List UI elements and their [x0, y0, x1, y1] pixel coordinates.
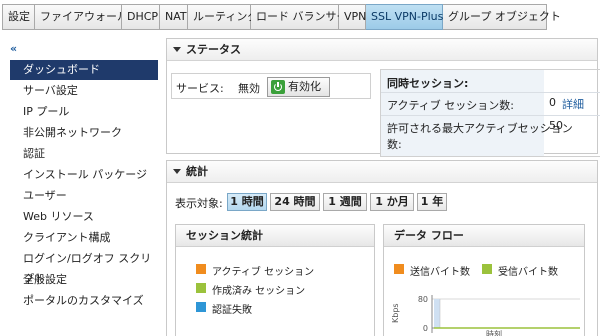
- tab-6[interactable]: VPN: [339, 4, 366, 30]
- legend-label-0: アクティブ セッション: [212, 267, 315, 278]
- time-range-selector: 1 時間 24 時間 1 週間 1 か月 1 年: [227, 193, 457, 211]
- sidebar-item-2[interactable]: IP プール: [10, 102, 158, 122]
- collapse-triangle-icon[interactable]: [173, 168, 181, 174]
- stats-panel: 統計 表示対象: 1 時間 24 時間 1 週間 1 か月 1 年 セッション統計 アク…: [166, 160, 598, 336]
- collapse-triangle-icon[interactable]: [173, 46, 181, 52]
- y-axis-label: Kbps: [391, 303, 400, 323]
- sidebar-item-4[interactable]: 認証: [10, 144, 158, 164]
- sidebar-item-3[interactable]: 非公開ネットワーク: [10, 123, 158, 143]
- y-tick-80: 80: [418, 295, 428, 304]
- y-tick-0: 0: [423, 324, 428, 333]
- tab-0[interactable]: 設定: [2, 4, 35, 30]
- sidebar-item-1[interactable]: サーバ設定: [10, 81, 158, 101]
- sidebar-item-8[interactable]: クライアント構成: [10, 228, 158, 248]
- active-sessions-label: アクティブ セッション数:: [387, 99, 514, 112]
- active-sessions-value: 0: [549, 96, 556, 109]
- data-flow-title: データ フロー: [384, 225, 584, 247]
- legend-label-1: 作成済み セッション: [212, 286, 306, 297]
- tab-5[interactable]: ロード バランサー: [251, 4, 348, 30]
- data-flow-chart: Kbps 80 0 時刻: [391, 295, 580, 336]
- range-button-0[interactable]: 1 時間: [227, 193, 267, 211]
- display-target-label: 表示対象:: [175, 197, 223, 210]
- sidebar-item-9[interactable]: ログイン/ログオフ スクリプト: [10, 249, 158, 285]
- max-sessions-label-line1: 許可される最大アクティブセッション: [387, 122, 573, 135]
- sidebar-item-10[interactable]: 全般設定: [10, 270, 158, 290]
- session-stats-title: セッション統計: [176, 225, 374, 247]
- status-title: ステータス: [186, 43, 241, 56]
- status-panel-header[interactable]: ステータス: [167, 39, 597, 61]
- flow-legend-label-1: 受信バイト数: [498, 267, 558, 278]
- data-flow-box: データ フロー 送信バイト数 受信バイト数 Kbps 80 0 時刻: [383, 224, 585, 336]
- range-button-2[interactable]: 1 週間: [323, 193, 367, 211]
- max-sessions-label-line2: 数:: [387, 138, 402, 151]
- legend-label-2: 認証失敗: [212, 305, 252, 316]
- enable-button-label: 有効化: [288, 80, 321, 93]
- tab-2[interactable]: DHCP: [122, 4, 160, 30]
- sidebar: « ダッシュボード サーバ設定 IP プール 非公開ネットワーク 認証 インストール パッ…: [0, 38, 160, 336]
- stats-title: 統計: [186, 165, 208, 178]
- legend-swatch-1: [196, 283, 206, 293]
- range-button-4[interactable]: 1 年: [417, 193, 447, 211]
- sidebar-item-5[interactable]: インストール パッケージ: [10, 165, 158, 185]
- power-icon: [271, 80, 285, 94]
- service-label: サービス:: [176, 82, 224, 95]
- service-box: サービス: 無効 有効化: [171, 73, 371, 99]
- sidebar-item-7[interactable]: Web リソース: [10, 207, 158, 227]
- status-panel: ステータス サービス: 無効 有効化 同時セッション: アクティブ セッション数…: [166, 38, 600, 157]
- details-link[interactable]: 詳細: [562, 96, 584, 112]
- service-value: 無効: [238, 82, 260, 95]
- flow-legend-swatch-0: [394, 264, 404, 274]
- concurrent-sessions-box: 同時セッション: アクティブ セッション数: 0 詳細 許可される最大アクティブ…: [380, 69, 600, 157]
- concurrent-sessions-title: 同時セッション:: [387, 77, 469, 90]
- range-button-1[interactable]: 24 時間: [270, 193, 320, 211]
- top-tab-bar: 設定 ファイアウォール DHCP NAT ルーティング ロード バランサー VPN SSL V…: [2, 4, 561, 30]
- tab-8[interactable]: グループ オブジェクト: [443, 4, 561, 30]
- x-axis-label: 時刻: [486, 329, 502, 336]
- tab-3[interactable]: NAT: [160, 4, 188, 30]
- flow-legend-swatch-1: [482, 264, 492, 274]
- tab-1[interactable]: ファイアウォール: [35, 4, 128, 30]
- collapse-sidebar-icon[interactable]: «: [10, 42, 17, 55]
- enable-button[interactable]: 有効化: [267, 77, 330, 97]
- legend-swatch-0: [196, 264, 206, 274]
- stats-panel-header[interactable]: 統計: [167, 161, 597, 183]
- tab-4[interactable]: ルーティング: [188, 4, 258, 30]
- sidebar-item-6[interactable]: ユーザー: [10, 186, 158, 206]
- sidebar-item-11[interactable]: ポータルのカスタマイズ: [10, 291, 158, 311]
- tab-7[interactable]: SSL VPN-Plus: [366, 4, 443, 30]
- session-stats-box: セッション統計 アクティブ セッション 作成済み セッション 認証失敗: [175, 224, 375, 336]
- max-sessions-value: 50: [549, 119, 563, 132]
- legend-swatch-2: [196, 302, 206, 312]
- range-button-3[interactable]: 1 か月: [370, 193, 414, 211]
- sidebar-item-0[interactable]: ダッシュボード: [10, 60, 158, 80]
- flow-legend-label-0: 送信バイト数: [410, 267, 470, 278]
